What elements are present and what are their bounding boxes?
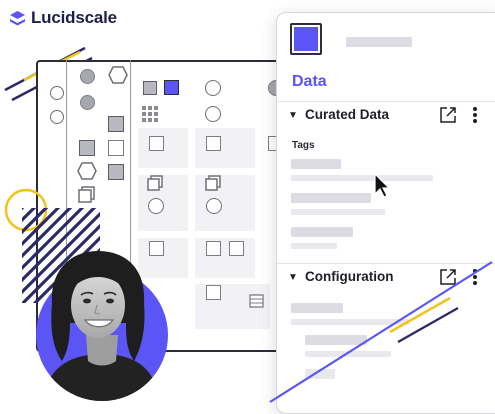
layered-square-shape-icon[interactable] bbox=[205, 175, 222, 192]
tag-placeholder bbox=[291, 175, 433, 181]
canvas-cell bbox=[195, 128, 255, 168]
square-shape-icon[interactable] bbox=[108, 164, 124, 180]
section-label: Curated Data bbox=[305, 107, 390, 122]
mouse-cursor-icon bbox=[374, 173, 391, 198]
circle-shape-icon[interactable] bbox=[205, 80, 221, 96]
tag-placeholder bbox=[291, 243, 337, 249]
circle-shape-icon[interactable] bbox=[205, 106, 221, 122]
shape-name-placeholder bbox=[346, 37, 412, 47]
circle-shape-icon[interactable] bbox=[80, 69, 95, 84]
tag-placeholder bbox=[291, 193, 371, 203]
selected-shape-swatch[interactable] bbox=[290, 23, 322, 55]
tags-label: Tags bbox=[292, 140, 315, 151]
circle-shape-icon[interactable] bbox=[148, 198, 164, 214]
brand-name: Lucidscale bbox=[31, 8, 117, 27]
square-shape-icon[interactable] bbox=[143, 81, 157, 95]
avatar bbox=[36, 251, 168, 401]
circle-shape-icon bbox=[50, 86, 64, 100]
circle-shape-icon[interactable] bbox=[80, 95, 95, 110]
canvas-cell bbox=[195, 238, 255, 278]
tag-placeholder bbox=[291, 227, 353, 237]
layered-square-shape-icon[interactable] bbox=[147, 175, 164, 192]
section-curated-data[interactable]: ▼ Curated Data bbox=[277, 101, 495, 132]
grid-icon[interactable] bbox=[142, 106, 158, 122]
tag-placeholder bbox=[291, 159, 341, 169]
lucidscale-logo-icon bbox=[10, 10, 25, 25]
layered-square-shape-icon[interactable] bbox=[78, 186, 96, 204]
square-shape-icon[interactable] bbox=[149, 136, 164, 151]
hexagon-shape-icon[interactable] bbox=[108, 66, 128, 84]
caret-down-icon[interactable]: ▼ bbox=[288, 110, 298, 121]
circle-shape-icon bbox=[50, 110, 64, 124]
canvas-cell bbox=[195, 175, 255, 231]
hexagon-shape-icon[interactable] bbox=[77, 162, 97, 180]
square-shape-icon[interactable] bbox=[206, 136, 221, 151]
more-vertical-icon[interactable] bbox=[472, 105, 478, 125]
square-shape-icon[interactable] bbox=[206, 285, 221, 300]
tag-placeholder bbox=[291, 209, 385, 215]
square-shape-icon[interactable] bbox=[108, 116, 124, 132]
decorative-stripes-bottom bbox=[269, 261, 493, 403]
expand-icon[interactable] bbox=[439, 106, 457, 124]
square-shape-icon[interactable] bbox=[108, 140, 124, 156]
square-shape-icon[interactable] bbox=[206, 241, 221, 256]
panel-title: Data bbox=[292, 73, 327, 90]
swatch-fill bbox=[294, 27, 318, 51]
square-shape-icon[interactable] bbox=[229, 241, 244, 256]
selected-square-shape-icon[interactable] bbox=[164, 80, 179, 95]
logo: Lucidscale bbox=[9, 6, 117, 30]
square-shape-icon[interactable] bbox=[79, 140, 95, 156]
circle-shape-icon[interactable] bbox=[206, 198, 222, 214]
